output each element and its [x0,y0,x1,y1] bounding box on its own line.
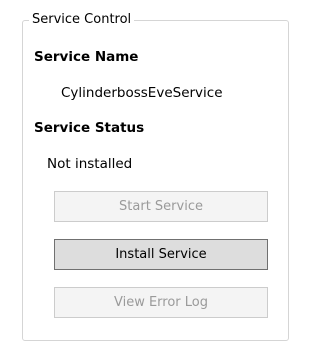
service-status-value: Not installed [47,156,133,172]
service-status-heading: Service Status [34,120,145,136]
service-name-value: CylinderbossEveService [61,85,223,101]
group-title: Service Control [29,11,135,29]
start-service-button[interactable]: Start Service [54,191,268,222]
view-error-log-button[interactable]: View Error Log [54,287,268,318]
install-service-button[interactable]: Install Service [54,239,268,270]
service-name-heading: Service Name [34,49,139,65]
